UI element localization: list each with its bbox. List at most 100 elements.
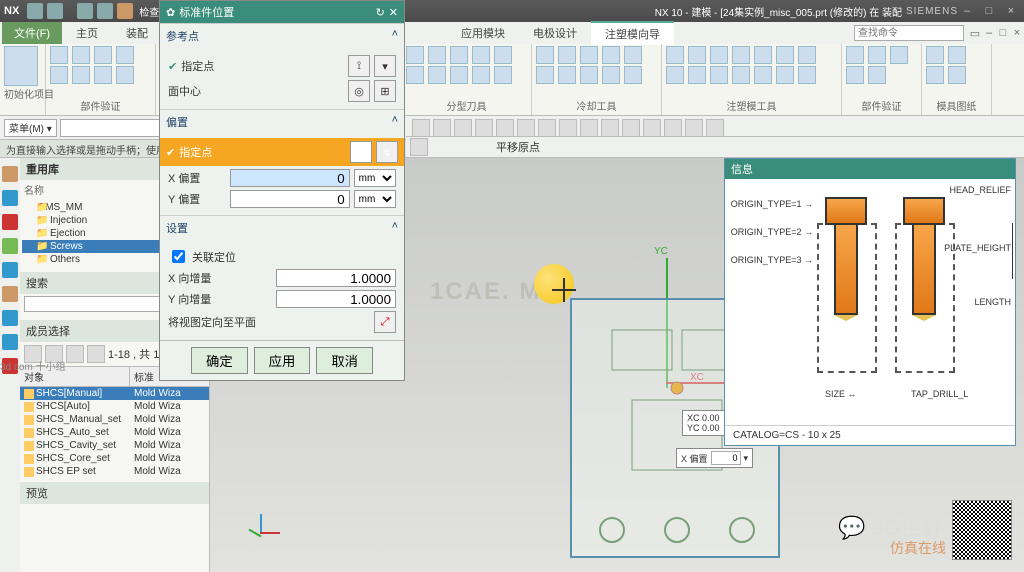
ribbon-icon[interactable] <box>50 46 68 64</box>
ribbon-icon[interactable] <box>72 66 90 84</box>
tab-electrode[interactable]: 电极设计 <box>519 22 591 44</box>
dialog-close-icon[interactable]: ✕ <box>389 6 398 19</box>
ribbon-icon[interactable] <box>688 46 706 64</box>
assembly-navigator-icon[interactable] <box>2 190 18 206</box>
hd3d-icon[interactable] <box>2 310 18 326</box>
ribbon-icon[interactable] <box>116 66 134 84</box>
tb-icon[interactable] <box>496 119 514 137</box>
table-row[interactable]: SHCS_Cavity_setMold Wiza <box>20 439 209 452</box>
ribbon-icon[interactable] <box>776 46 794 64</box>
assoc-checkbox[interactable] <box>172 250 185 263</box>
tb-icon[interactable] <box>433 119 451 137</box>
ok-button[interactable]: 确定 <box>191 347 248 374</box>
apply-button[interactable]: 应用 <box>254 347 311 374</box>
point-picker-icon[interactable]: ✛ <box>350 141 372 163</box>
ribbon-icon[interactable] <box>536 66 554 84</box>
constraint-icon[interactable] <box>2 214 18 230</box>
ribbon-icon[interactable] <box>602 66 620 84</box>
y-offset-input[interactable] <box>230 190 350 208</box>
ribbon-icon[interactable] <box>890 46 908 64</box>
ribbon-icon[interactable] <box>472 46 490 64</box>
grid-icon[interactable]: ⊞ <box>374 80 396 102</box>
tb-icon[interactable] <box>664 119 682 137</box>
table-row[interactable]: SHCS EP setMold Wiza <box>20 465 209 478</box>
dialog-header[interactable]: ✿ 标准件位置 ↻ ✕ <box>160 1 404 23</box>
info-header[interactable]: 信息 <box>725 159 1015 179</box>
ribbon-icon[interactable] <box>846 46 864 64</box>
tb-icon[interactable] <box>410 138 428 156</box>
ribbon-icon[interactable] <box>798 46 816 64</box>
minimize-button[interactable]: – <box>958 5 976 17</box>
tb-icon[interactable] <box>454 119 472 137</box>
ribbon-icon[interactable] <box>732 46 750 64</box>
ribbon-icon[interactable] <box>536 46 554 64</box>
ribbon-icon[interactable] <box>948 66 966 84</box>
point-picker-icon[interactable]: ⟟ <box>348 55 370 77</box>
tb-icon[interactable] <box>706 119 724 137</box>
check-geometry-icon[interactable] <box>117 3 133 19</box>
ribbon-icon[interactable] <box>472 66 490 84</box>
tb-icon[interactable] <box>475 119 493 137</box>
browser-icon[interactable] <box>2 334 18 350</box>
tb-icon[interactable] <box>412 119 430 137</box>
ribbon-icon[interactable] <box>406 46 424 64</box>
offset-floating-input[interactable]: X 偏置 ▾ <box>676 448 753 468</box>
section-settings[interactable]: 设置˄ <box>160 216 404 240</box>
initialize-project-icon[interactable] <box>4 46 38 86</box>
ribbon-icon[interactable] <box>602 46 620 64</box>
x-offset-unit[interactable]: mm <box>354 169 396 187</box>
ribbon-icon[interactable] <box>754 46 772 64</box>
titlebar-icon[interactable] <box>27 3 43 19</box>
y-offset-unit[interactable]: mm <box>354 190 396 208</box>
table-row[interactable]: SHCS_Manual_setMold Wiza <box>20 413 209 426</box>
ribbon-icon[interactable] <box>494 66 512 84</box>
ribbon-icon[interactable] <box>116 46 134 64</box>
orient-view-icon[interactable]: ⤢ <box>374 311 396 333</box>
ribbon-icon[interactable] <box>558 66 576 84</box>
ribbon-icon[interactable] <box>710 66 728 84</box>
menu-dropdown[interactable]: 菜单(M) ▾ <box>4 119 57 137</box>
tab-app-module[interactable]: 应用模块 <box>447 22 519 44</box>
ribbon-minimize-icon[interactable]: ▭ <box>968 27 982 40</box>
ribbon-icon[interactable] <box>624 46 642 64</box>
ribbon-icon[interactable] <box>710 46 728 64</box>
tb-icon[interactable] <box>643 119 661 137</box>
table-row[interactable]: SHCS[Manual]Mold Wiza <box>20 387 209 400</box>
ribbon-icon[interactable] <box>926 46 944 64</box>
cancel-button[interactable]: 取消 <box>316 347 373 374</box>
section-offset[interactable]: 偏置˄ <box>160 110 404 134</box>
ribbon-icon[interactable] <box>72 46 90 64</box>
reuse-library-icon[interactable] <box>2 238 18 254</box>
preview-section[interactable]: 预览 <box>20 482 209 504</box>
ribbon-icon[interactable] <box>732 66 750 84</box>
ribbon-icon[interactable] <box>406 66 424 84</box>
tb-icon[interactable] <box>685 119 703 137</box>
ribbon-icon[interactable] <box>754 66 772 84</box>
subwin-restore[interactable]: □ <box>996 27 1010 39</box>
ribbon-icon[interactable] <box>868 66 886 84</box>
ribbon-icon[interactable] <box>666 46 684 64</box>
subwin-minimize[interactable]: – <box>982 27 996 39</box>
ribbon-icon[interactable] <box>494 46 512 64</box>
ribbon-icon[interactable] <box>580 46 598 64</box>
undo-icon[interactable] <box>77 3 93 19</box>
ribbon-icon[interactable] <box>948 46 966 64</box>
tb-icon[interactable] <box>580 119 598 137</box>
offset-value-input[interactable] <box>711 451 741 465</box>
nav-next-icon[interactable] <box>87 345 105 363</box>
close-button[interactable]: × <box>1002 5 1020 17</box>
ribbon-icon[interactable] <box>688 66 706 84</box>
ribbon-icon[interactable] <box>868 46 886 64</box>
x-offset-input[interactable] <box>230 169 350 187</box>
ribbon-icon[interactable] <box>666 66 684 84</box>
tb-icon[interactable] <box>538 119 556 137</box>
tb-icon[interactable] <box>601 119 619 137</box>
ribbon-icon[interactable] <box>846 66 864 84</box>
x-increment-input[interactable] <box>276 269 396 287</box>
ribbon-icon[interactable] <box>926 66 944 84</box>
restore-button[interactable]: □ <box>980 5 998 17</box>
y-increment-input[interactable] <box>276 290 396 308</box>
history-icon[interactable] <box>2 262 18 278</box>
tb-icon[interactable] <box>622 119 640 137</box>
part-navigator-icon[interactable] <box>2 166 18 182</box>
